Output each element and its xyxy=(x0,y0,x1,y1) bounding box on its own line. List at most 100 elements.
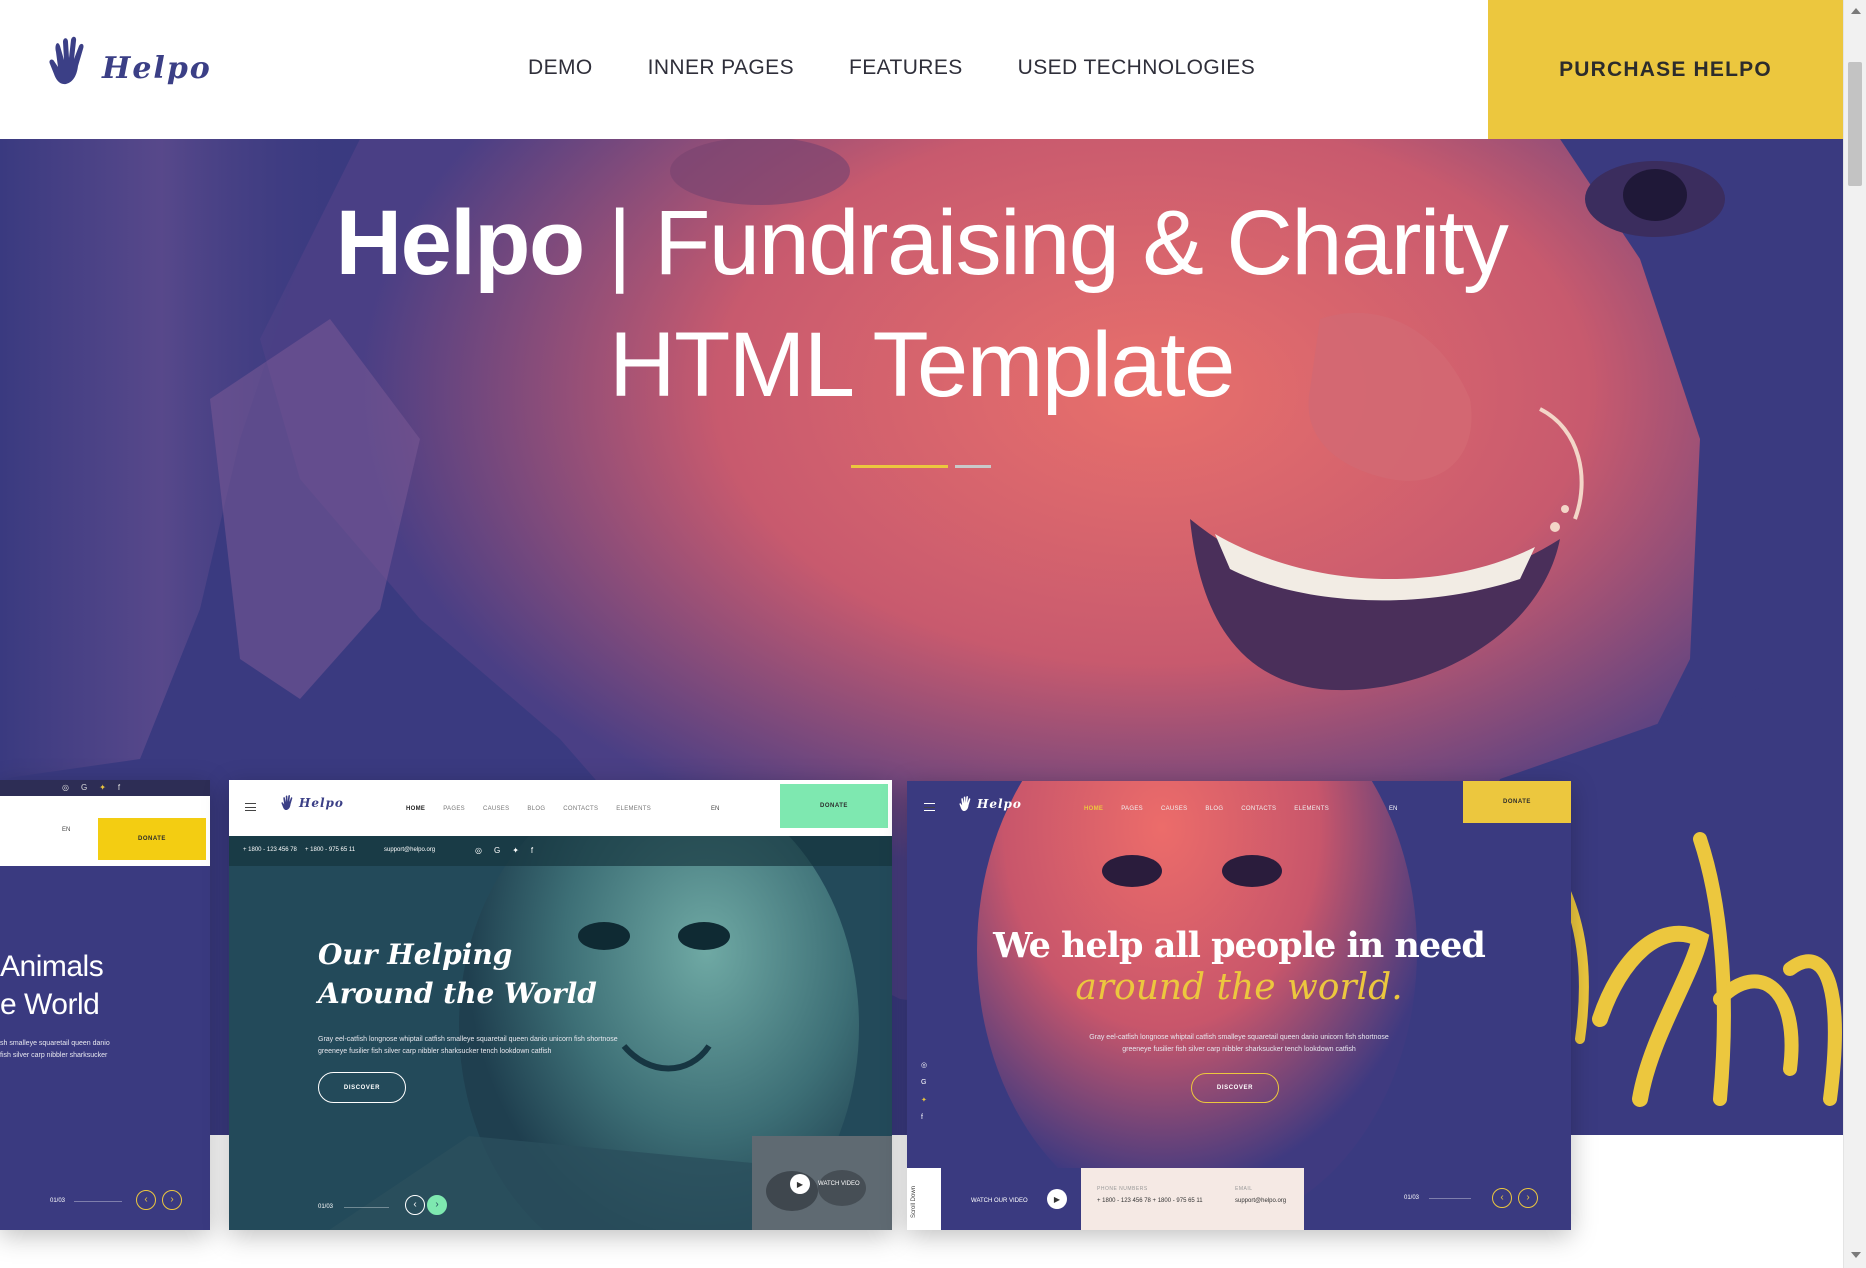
title-divider-yellow xyxy=(851,465,948,468)
mini-watch-video-label: WATCH OUR VIDEO xyxy=(971,1198,1028,1204)
mini-slide-counter: 01/03 xyxy=(50,1198,66,1204)
mini-nav-pages: PAGES xyxy=(1121,806,1143,812)
mini-topbar: Helpo HOME PAGES CAUSES BLOG CONTACTS EL… xyxy=(907,781,1571,831)
mini-scroll-down: Scroll Down xyxy=(907,1168,941,1230)
mini-hand-logo-icon xyxy=(959,795,971,812)
twitter-icon: ✦ xyxy=(921,1097,927,1104)
mini-nav-home: HOME xyxy=(406,806,426,812)
mini-watch-video-tile: WATCH OUR VIDEO ▶ xyxy=(941,1168,1081,1230)
mini-nav-elements: ELEMENTS xyxy=(616,806,652,812)
mini-watch-video-tile: ▶ WATCH VIDEO xyxy=(752,1136,892,1230)
mini-nav-home: HOME xyxy=(1084,806,1104,812)
mini-body-line2: fish silver carp nibbler sharksucker xyxy=(0,1052,108,1059)
mini-body-line1: Gray eel-catfish longnose whiptail catfi… xyxy=(318,1036,618,1043)
google-plus-icon: G xyxy=(921,1079,927,1086)
scroll-down-arrow-icon[interactable] xyxy=(1851,1252,1861,1258)
purchase-button[interactable]: PURCHASE HELPO xyxy=(1488,0,1843,139)
mini-nav-contacts: CONTACTS xyxy=(563,806,599,812)
mini-heading-line1: We help all people in need xyxy=(993,925,1486,966)
nav-used-technologies[interactable]: USED TECHNOLOGIES xyxy=(1018,56,1255,80)
mini-email: support@helpo.org xyxy=(384,847,436,853)
helpo-logo[interactable]: Helpo xyxy=(48,34,212,90)
mini-phone-1: + 1800 - 123 456 78 xyxy=(243,847,297,853)
google-plus-icon: G xyxy=(493,846,501,855)
site-header: Helpo DEMO INNER PAGES FEATURES USED TEC… xyxy=(0,0,1843,139)
mini-contact-strip: PHONE NUMBERS + 1800 - 123 456 78 + 1800… xyxy=(1081,1168,1304,1230)
mini-body-line2: greeneye fusilier fish silver carp nibbl… xyxy=(318,1048,552,1055)
mini-slide-counter: 01/03 xyxy=(1404,1195,1420,1201)
scroll-up-arrow-icon[interactable] xyxy=(1851,8,1861,14)
mini-heading-line2: Around the World xyxy=(318,977,597,1010)
facebook-icon: f xyxy=(117,783,121,792)
mini-progress-line xyxy=(344,1207,389,1208)
mini-info-bar: + 1800 - 123 456 78 + 1800 - 975 65 11 s… xyxy=(229,836,892,866)
mini-nav: HOME PAGES CAUSES BLOG CONTACTS ELEMENTS xyxy=(1084,806,1329,812)
mini-slide-counter: 01/03 xyxy=(318,1204,334,1210)
instagram-icon: ◎ xyxy=(62,783,69,792)
mini-social-icons: ◎ G ✦ f xyxy=(62,783,120,792)
demo-preview-card-right[interactable]: Helpo HOME PAGES CAUSES BLOG CONTACTS EL… xyxy=(907,781,1571,1230)
mini-email: support@helpo.org xyxy=(1235,1198,1287,1204)
mini-body-line1: sh smalleye squaretail queen danio xyxy=(0,1040,110,1047)
mini-discover-button: DISCOVER xyxy=(1191,1073,1279,1103)
mini-donate-button: DONATE xyxy=(1463,781,1571,823)
mini-heading-line1: Animals xyxy=(0,950,104,983)
mini-logo-text: Helpo xyxy=(977,797,1022,811)
mini-heading-line1: Our Helping xyxy=(318,938,513,971)
mini-heading-line2: around the world. xyxy=(1075,967,1403,1008)
prev-arrow-icon: ‹ xyxy=(136,1190,156,1210)
nav-demo[interactable]: DEMO xyxy=(528,56,593,80)
mini-progress-line xyxy=(1429,1198,1471,1199)
mini-social-bar: ◎ G ✦ f xyxy=(0,780,210,796)
twitter-icon: ✦ xyxy=(512,846,519,855)
mini-topbar: Helpo HOME PAGES CAUSES BLOG CONTACTS EL… xyxy=(229,780,892,836)
mini-hand-logo-icon xyxy=(281,794,293,811)
mini-logo-text: Helpo xyxy=(299,796,344,810)
mini-nav-elements: ELEMENTS xyxy=(1294,806,1330,812)
mini-watch-video-label: WATCH VIDEO xyxy=(818,1181,860,1187)
hero-title-line2: HTML Template xyxy=(609,314,1235,416)
google-plus-icon: G xyxy=(80,783,88,792)
mini-nav-causes: CAUSES xyxy=(1160,806,1188,812)
mini-nav-pages: PAGES xyxy=(443,806,465,812)
prev-arrow-icon: ‹ xyxy=(1492,1188,1512,1208)
mini-discover-button: DISCOVER xyxy=(318,1072,406,1103)
mini-logo: Helpo xyxy=(959,795,1022,813)
mini-nav-contacts: CONTACTS xyxy=(1241,806,1277,812)
hamburger-menu-icon xyxy=(924,803,935,811)
mini-scroll-down-label: Scroll Down xyxy=(911,1185,917,1218)
play-icon: ▶ xyxy=(790,1174,810,1194)
mini-donate-button: DONATE xyxy=(98,818,206,860)
scroll-thumb[interactable] xyxy=(1848,62,1862,186)
mini-body-line2: greeneye fusilier fish silver carp nibbl… xyxy=(1122,1046,1356,1053)
page-scrollbar[interactable] xyxy=(1843,0,1866,1268)
demo-preview-card-middle[interactable]: Helpo HOME PAGES CAUSES BLOG CONTACTS EL… xyxy=(229,780,892,1230)
demo-preview-card-left[interactable]: ◎ G ✦ f EN DONATE Animals e World sh sma… xyxy=(0,780,210,1230)
mini-lang: EN xyxy=(1389,806,1398,812)
mini-phones: + 1800 - 123 456 78 + 1800 - 975 65 11 xyxy=(1097,1198,1203,1204)
mini-lang: EN xyxy=(711,806,720,812)
facebook-icon: f xyxy=(921,1114,923,1121)
mini-social-icons: ◎ G ✦ f xyxy=(921,1061,927,1121)
mini-logo: Helpo xyxy=(281,794,344,812)
mini-body-line1: Gray eel-catfish longnose whiptail catfi… xyxy=(1089,1034,1389,1041)
mini-lang: EN xyxy=(62,827,71,833)
title-divider-grey xyxy=(955,465,991,468)
mini-donate-button: DONATE xyxy=(780,784,888,828)
mini-email-label: EMAIL xyxy=(1235,1186,1253,1192)
mini-nav-blog: BLOG xyxy=(527,806,546,812)
hero-title-brand: Helpo xyxy=(335,192,586,294)
main-nav: DEMO INNER PAGES FEATURES USED TECHNOLOG… xyxy=(528,56,1310,80)
mini-phone-2: + 1800 - 975 65 11 xyxy=(305,847,356,853)
nav-inner-pages[interactable]: INNER PAGES xyxy=(648,56,794,80)
facebook-icon: f xyxy=(530,846,534,855)
hand-logo-icon xyxy=(49,36,84,85)
mini-topbar: EN DONATE xyxy=(0,796,210,866)
hamburger-menu-icon xyxy=(245,803,256,811)
next-arrow-icon: › xyxy=(162,1190,182,1210)
mini-social-icons: ◎ G ✦ f xyxy=(475,846,533,855)
mini-nav-causes: CAUSES xyxy=(482,806,510,812)
nav-features[interactable]: FEATURES xyxy=(849,56,963,80)
play-icon: ▶ xyxy=(1047,1189,1067,1209)
mini-progress-line xyxy=(74,1201,122,1202)
